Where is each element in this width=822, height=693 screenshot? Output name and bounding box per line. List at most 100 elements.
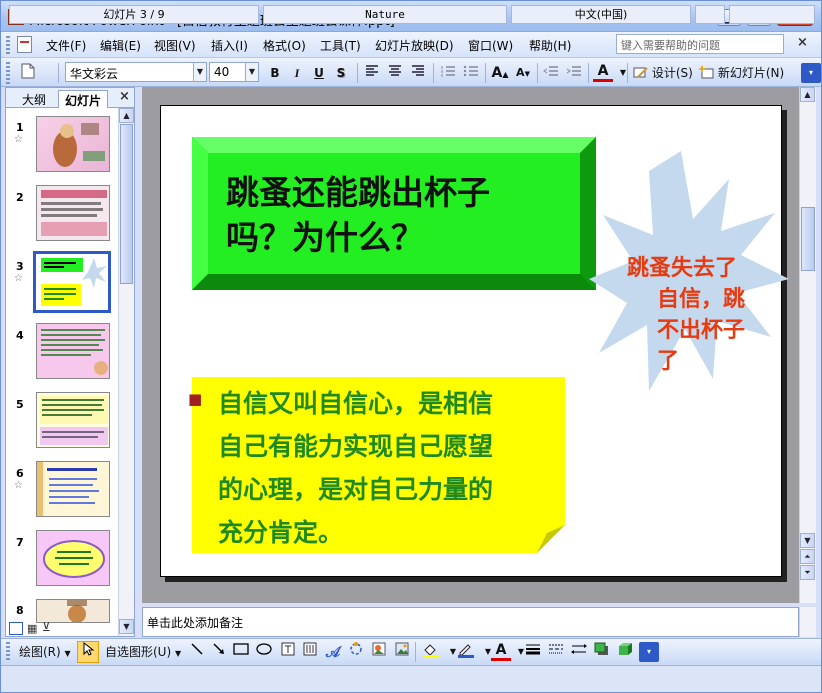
menu-slideshow[interactable]: 幻灯片放映(D) — [375, 37, 454, 54]
wordart-button[interactable]: 𝒜 — [323, 642, 343, 662]
scroll-down-icon[interactable]: ▼ — [119, 619, 134, 634]
menu-window[interactable]: 窗口(W) — [468, 37, 513, 54]
numbering-button[interactable] — [438, 63, 458, 83]
panel-scrollbar[interactable]: ▲ ▼ — [118, 108, 134, 636]
decrease-font-size-button[interactable]: A▼ — [513, 63, 533, 83]
align-right-button[interactable] — [408, 63, 428, 83]
draw-font-color-button[interactable]: A — [491, 642, 511, 661]
diagram-button[interactable] — [346, 642, 366, 662]
new-slide-button[interactable]: 新幻灯片(N) — [699, 63, 784, 83]
decrease-indent-button[interactable] — [541, 63, 561, 83]
textbox-tool-button[interactable] — [278, 642, 298, 662]
new-document-button[interactable] — [17, 63, 39, 83]
design-button[interactable]: 设计(S) — [633, 63, 693, 83]
menubar-grip[interactable] — [6, 36, 10, 54]
slide-thumbnail-4[interactable] — [36, 323, 110, 379]
3d-style-button[interactable] — [615, 642, 635, 662]
menu-insert[interactable]: 插入(I) — [211, 37, 248, 54]
increase-font-size-button[interactable]: A▲ — [490, 63, 510, 83]
increase-indent-button[interactable] — [564, 63, 584, 83]
align-center-button[interactable] — [385, 63, 405, 83]
line-tool-button[interactable] — [187, 642, 207, 662]
clipart-button[interactable] — [369, 642, 389, 662]
arrow-tool-button[interactable] — [209, 642, 229, 662]
slideshow-view-icon[interactable]: ⊻ — [42, 620, 51, 634]
scroll-down-icon[interactable]: ▼ — [800, 533, 815, 548]
drawbar-options-icon[interactable]: ▾ — [639, 642, 659, 662]
slide-scrollbar[interactable]: ▲ ▼ ⏶ ⏷ — [799, 87, 816, 603]
menu-format[interactable]: 格式(O) — [263, 37, 306, 54]
slide-canvas[interactable]: 跳蚤还能跳出杯子 吗？为什么？ 跳蚤失去了 自信，跳 不出杯子 了 ■ 自信又叫… — [160, 105, 789, 577]
scroll-up-icon[interactable]: ▲ — [800, 87, 815, 102]
insert-picture-button[interactable] — [392, 642, 412, 662]
normal-view-icon[interactable] — [9, 622, 23, 635]
tab-slides[interactable]: 幻灯片 — [58, 90, 109, 108]
toolbar-options-icon[interactable]: ▾ — [801, 63, 821, 83]
notes-pane[interactable]: 单击此处添加备注 — [142, 607, 799, 637]
help-search-input[interactable]: 键入需要帮助的问题 — [616, 34, 784, 54]
document-icon[interactable] — [17, 36, 32, 53]
shadow-button[interactable]: S — [331, 63, 351, 83]
font-size-dropdown-icon[interactable]: ▼ — [245, 63, 258, 81]
menu-help[interactable]: 帮助(H) — [529, 37, 571, 54]
thumbnail-text-icon — [41, 329, 108, 375]
menu-edit[interactable]: 编辑(E) — [100, 37, 141, 54]
bullets-button[interactable] — [461, 63, 481, 83]
menu-view[interactable]: 视图(V) — [154, 37, 196, 54]
powerpoint-window: P Microsoft PowerPoint - [自信教育主题班会主题班会课件… — [0, 0, 822, 693]
fill-color-button[interactable] — [421, 642, 441, 662]
status-empty-cell — [695, 5, 725, 24]
slide-thumbnail-1[interactable] — [36, 116, 110, 172]
drawbar-grip[interactable] — [6, 642, 10, 662]
slide-scroll-thumb[interactable] — [801, 207, 815, 271]
autoshapes-button[interactable]: 自选图形(U) ▼ — [105, 642, 181, 662]
slide-sorter-view-icon[interactable]: ▦ — [27, 622, 37, 635]
shadow-style-button[interactable] — [592, 642, 612, 662]
menu-tools[interactable]: 工具(T) — [320, 37, 361, 54]
line-icon — [191, 643, 203, 655]
slide-thumbnail-5[interactable] — [36, 392, 110, 448]
font-name-dropdown-icon[interactable]: ▼ — [193, 63, 206, 81]
line-style-button[interactable] — [523, 642, 543, 662]
slide-thumbnail-3[interactable] — [33, 251, 111, 313]
slide-thumbnail-2[interactable] — [36, 185, 110, 241]
draw-menu-label: 绘图(R) — [19, 645, 61, 659]
vertical-textbox-button[interactable] — [300, 642, 320, 662]
next-slide-icon[interactable]: ⏷ — [800, 565, 815, 580]
previous-slide-icon[interactable]: ⏶ — [800, 549, 815, 564]
body-line: 自信又叫自信心，是相信 — [218, 389, 494, 418]
select-objects-button[interactable] — [77, 641, 99, 663]
line-color-button[interactable] — [456, 642, 476, 662]
slide-thumbnail-6[interactable] — [36, 461, 110, 517]
dash-style-button[interactable] — [546, 642, 566, 662]
paint-bucket-icon — [423, 644, 439, 658]
starburst-text[interactable]: 跳蚤失去了 自信，跳 不出杯子 了 — [627, 253, 777, 377]
tab-outline[interactable]: 大纲 — [16, 90, 52, 108]
arrow-style-button[interactable] — [569, 642, 589, 662]
scroll-up-icon[interactable]: ▲ — [119, 108, 134, 123]
underline-button[interactable]: U — [309, 63, 329, 83]
bold-button[interactable]: B — [265, 63, 285, 83]
new-slide-button-label: 新幻灯片(N) — [717, 66, 785, 80]
draw-menu-button[interactable]: 绘图(R) ▼ — [19, 642, 71, 662]
align-left-button[interactable] — [362, 63, 382, 83]
close-panel-button[interactable]: × — [119, 89, 130, 104]
numbered-list-icon — [441, 66, 455, 77]
slide-body-text[interactable]: 自信又叫自信心，是相信 自己有能力实现自己愿望 的心理，是对自己力量的 充分肯定… — [218, 382, 493, 554]
new-slide-icon — [699, 66, 714, 79]
menu-file[interactable]: 文件(F) — [46, 37, 86, 54]
slide-title[interactable]: 跳蚤还能跳出杯子 吗？为什么？ — [226, 170, 490, 260]
font-color-button[interactable]: A — [593, 63, 613, 82]
slide-thumbnail-7[interactable] — [36, 530, 110, 586]
rectangle-tool-button[interactable] — [231, 642, 251, 662]
oval-tool-button[interactable] — [254, 642, 274, 662]
clipart-icon — [372, 642, 386, 656]
panel-scroll-thumb[interactable] — [120, 124, 133, 284]
font-size-select[interactable]: 40 ▼ — [209, 62, 259, 82]
font-name-select[interactable]: 华文彩云 ▼ — [65, 62, 207, 82]
italic-button[interactable]: I — [287, 63, 307, 83]
close-document-button[interactable]: × — [797, 35, 808, 50]
toolbar-grip[interactable] — [6, 62, 10, 84]
notes-scrollbar[interactable] — [799, 607, 816, 637]
font-color-dropdown-icon[interactable]: ▼ — [613, 63, 633, 83]
